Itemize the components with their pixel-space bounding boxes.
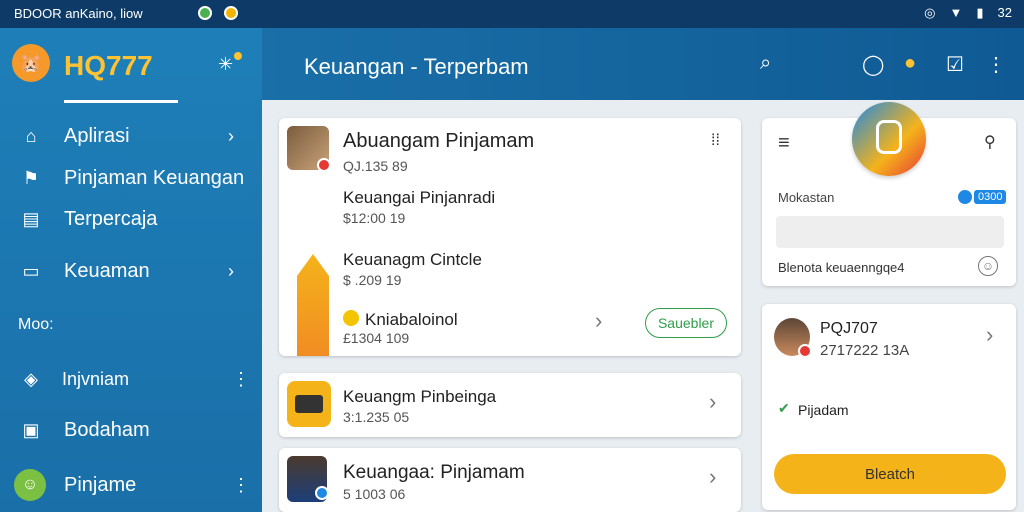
- sidebar-item-pinjaman-keuangan[interactable]: ⚑ Pinjaman Keuangan: [0, 158, 262, 198]
- home-icon: ⌂: [25, 125, 37, 146]
- contact-card[interactable]: PQJ707 2717222 13A › ✔ Pijadam Bleatch: [762, 304, 1016, 510]
- alarm-icon: ◎: [924, 5, 936, 20]
- brand-underline: [64, 100, 178, 103]
- status-badge: [315, 486, 329, 500]
- more-vert-icon[interactable]: ⋮: [986, 52, 1006, 77]
- badge: 0300: [974, 190, 1007, 204]
- wallet-icon: ▭: [22, 260, 40, 281]
- status-badge: [798, 344, 812, 358]
- sidebar-item-terpercaja[interactable]: ▤ Terpercaja: [0, 199, 262, 239]
- list-item[interactable]: Keuangaa: Pinjamam 5 1003 06 ›: [279, 448, 741, 512]
- check-icon: ✔: [778, 400, 790, 416]
- loan-summary-card[interactable]: Abuangam Pinjamam QJ.135 89 ⁞⁞ Keuangai …: [279, 118, 741, 356]
- profile-avatar-icon[interactable]: [852, 102, 926, 176]
- field-label: Blenota keuaenngqe4: [778, 260, 905, 275]
- more-vert-icon[interactable]: ⋮: [232, 369, 250, 390]
- sidebar-item-aplirasi[interactable]: ⌂ Aplirasi ›: [0, 116, 262, 156]
- sidebar-item-bodaham[interactable]: ▣ Bodaham: [0, 410, 262, 450]
- refresh-icon[interactable]: ◯: [862, 52, 884, 77]
- chevron-right-icon[interactable]: ›: [709, 389, 716, 415]
- sidebar-item-label: Terpercaja: [64, 207, 158, 230]
- chevron-right-icon: ›: [228, 260, 234, 281]
- contact-name: PQJ707: [820, 320, 878, 337]
- menu-icon[interactable]: ≡: [778, 132, 790, 155]
- sidebar-item-keuaman[interactable]: ▭ Keuaman ›: [0, 251, 262, 291]
- sidebar-item-pinjame[interactable]: ☺ Pinjame ⋮: [0, 465, 262, 505]
- sidebar-item-label: Aplirasi: [64, 124, 130, 147]
- account-card: ≡ ⚲ Mokastan 0300 Blenota keuaenngqe4 ☺: [762, 102, 1016, 286]
- schedule-button[interactable]: Sauebler: [645, 308, 727, 338]
- list-item-title: Keuangm Pinbeinga: [343, 387, 497, 406]
- grid-menu-icon[interactable]: ⁞⁞: [711, 132, 720, 150]
- primary-button[interactable]: Bleatch: [774, 454, 1006, 494]
- sidebar-item-injvniam[interactable]: ◈ Injvniam ⋮: [0, 359, 262, 399]
- clock: 32: [997, 5, 1012, 20]
- sidebar-item-label: Bodaham: [64, 418, 150, 441]
- sidebar-item-label: Pinjaman Keuangan: [64, 166, 245, 189]
- notification-icon: [198, 6, 212, 20]
- smiley-avatar-icon: ☺: [14, 469, 46, 501]
- list-item[interactable]: Keuangm Pinbeinga 3:1.235 05 ›: [279, 373, 741, 437]
- list-item-sub: $ .209 19: [343, 272, 402, 288]
- check-label: Pijadam: [798, 402, 849, 418]
- field-label: Mokastan: [778, 190, 835, 205]
- contact-number: 2717222 13A: [820, 342, 910, 359]
- sidebar-item-label: Keuaman: [64, 259, 150, 282]
- share-icon[interactable]: ⚲: [984, 132, 996, 152]
- info-icon: [958, 190, 972, 204]
- notification-badge: [232, 50, 244, 62]
- chevron-right-icon[interactable]: ›: [595, 308, 602, 334]
- wifi-icon: ▼: [949, 5, 963, 20]
- text-input[interactable]: [776, 216, 1004, 248]
- top-app-bar: Keuangan - Terperbam ⌕ ◯ ● ☑ ⋮: [262, 28, 1024, 100]
- status-bar: BDOOR anKaino, liow ◎ ▼ ▮ 32: [0, 0, 1024, 28]
- list-item-sub: 3:1.235 05: [343, 409, 410, 425]
- list-item: Keuanagm Cintcle: [343, 250, 482, 269]
- chevron-right-icon[interactable]: ›: [709, 464, 716, 490]
- status-text: BDOOR anKaino, liow: [14, 6, 143, 21]
- document-icon: ▤: [22, 208, 40, 229]
- more-vert-icon[interactable]: ⋮: [232, 475, 250, 496]
- clipboard-icon: ▣: [22, 419, 40, 440]
- chart-arrow-icon: [297, 254, 329, 356]
- flag-icon: ⚑: [22, 167, 40, 188]
- status-badge: [317, 158, 331, 172]
- checklist-icon[interactable]: ☑: [946, 52, 964, 77]
- battery-icon: ▮: [976, 5, 984, 20]
- card-subtitle: QJ.135 89: [343, 158, 408, 174]
- notification-icon: [224, 6, 238, 20]
- search-icon[interactable]: ⌕: [760, 52, 771, 75]
- sidebar-item-label: Injvniam: [62, 368, 130, 389]
- coin-icon: [343, 310, 359, 326]
- list-item-title: Keuangaa: Pinjamam: [343, 462, 525, 483]
- card-title: Abuangam Pinjamam: [343, 130, 535, 152]
- sidebar-item-label: Pinjame: [64, 473, 137, 496]
- emoji-icon[interactable]: ☺: [978, 256, 998, 276]
- chevron-right-icon[interactable]: ›: [986, 322, 993, 348]
- chevron-right-icon: ›: [228, 125, 234, 146]
- page-title: Keuangan - Terperbam: [304, 54, 529, 79]
- sidebar: 🐹 HQ777 ✳ ⌂ Aplirasi › ⚑ Pinjaman Keuang…: [0, 28, 262, 512]
- list-item-sub: 5 1003 06: [343, 486, 406, 502]
- list-item-sub: £1304 109: [343, 330, 410, 346]
- list-item-sub: $12:00 19: [343, 210, 406, 226]
- wallet-icon: [287, 381, 331, 427]
- notification-icon[interactable]: ●: [904, 52, 916, 75]
- tag-icon: ◈: [24, 368, 38, 389]
- brand-name: HQ777: [64, 50, 153, 81]
- list-item: Kniabaloinol: [365, 310, 458, 329]
- app-logo-icon: 🐹: [12, 44, 50, 82]
- section-label: Moo:: [18, 316, 54, 333]
- list-item: Keuangai Pinjanradi: [343, 188, 496, 207]
